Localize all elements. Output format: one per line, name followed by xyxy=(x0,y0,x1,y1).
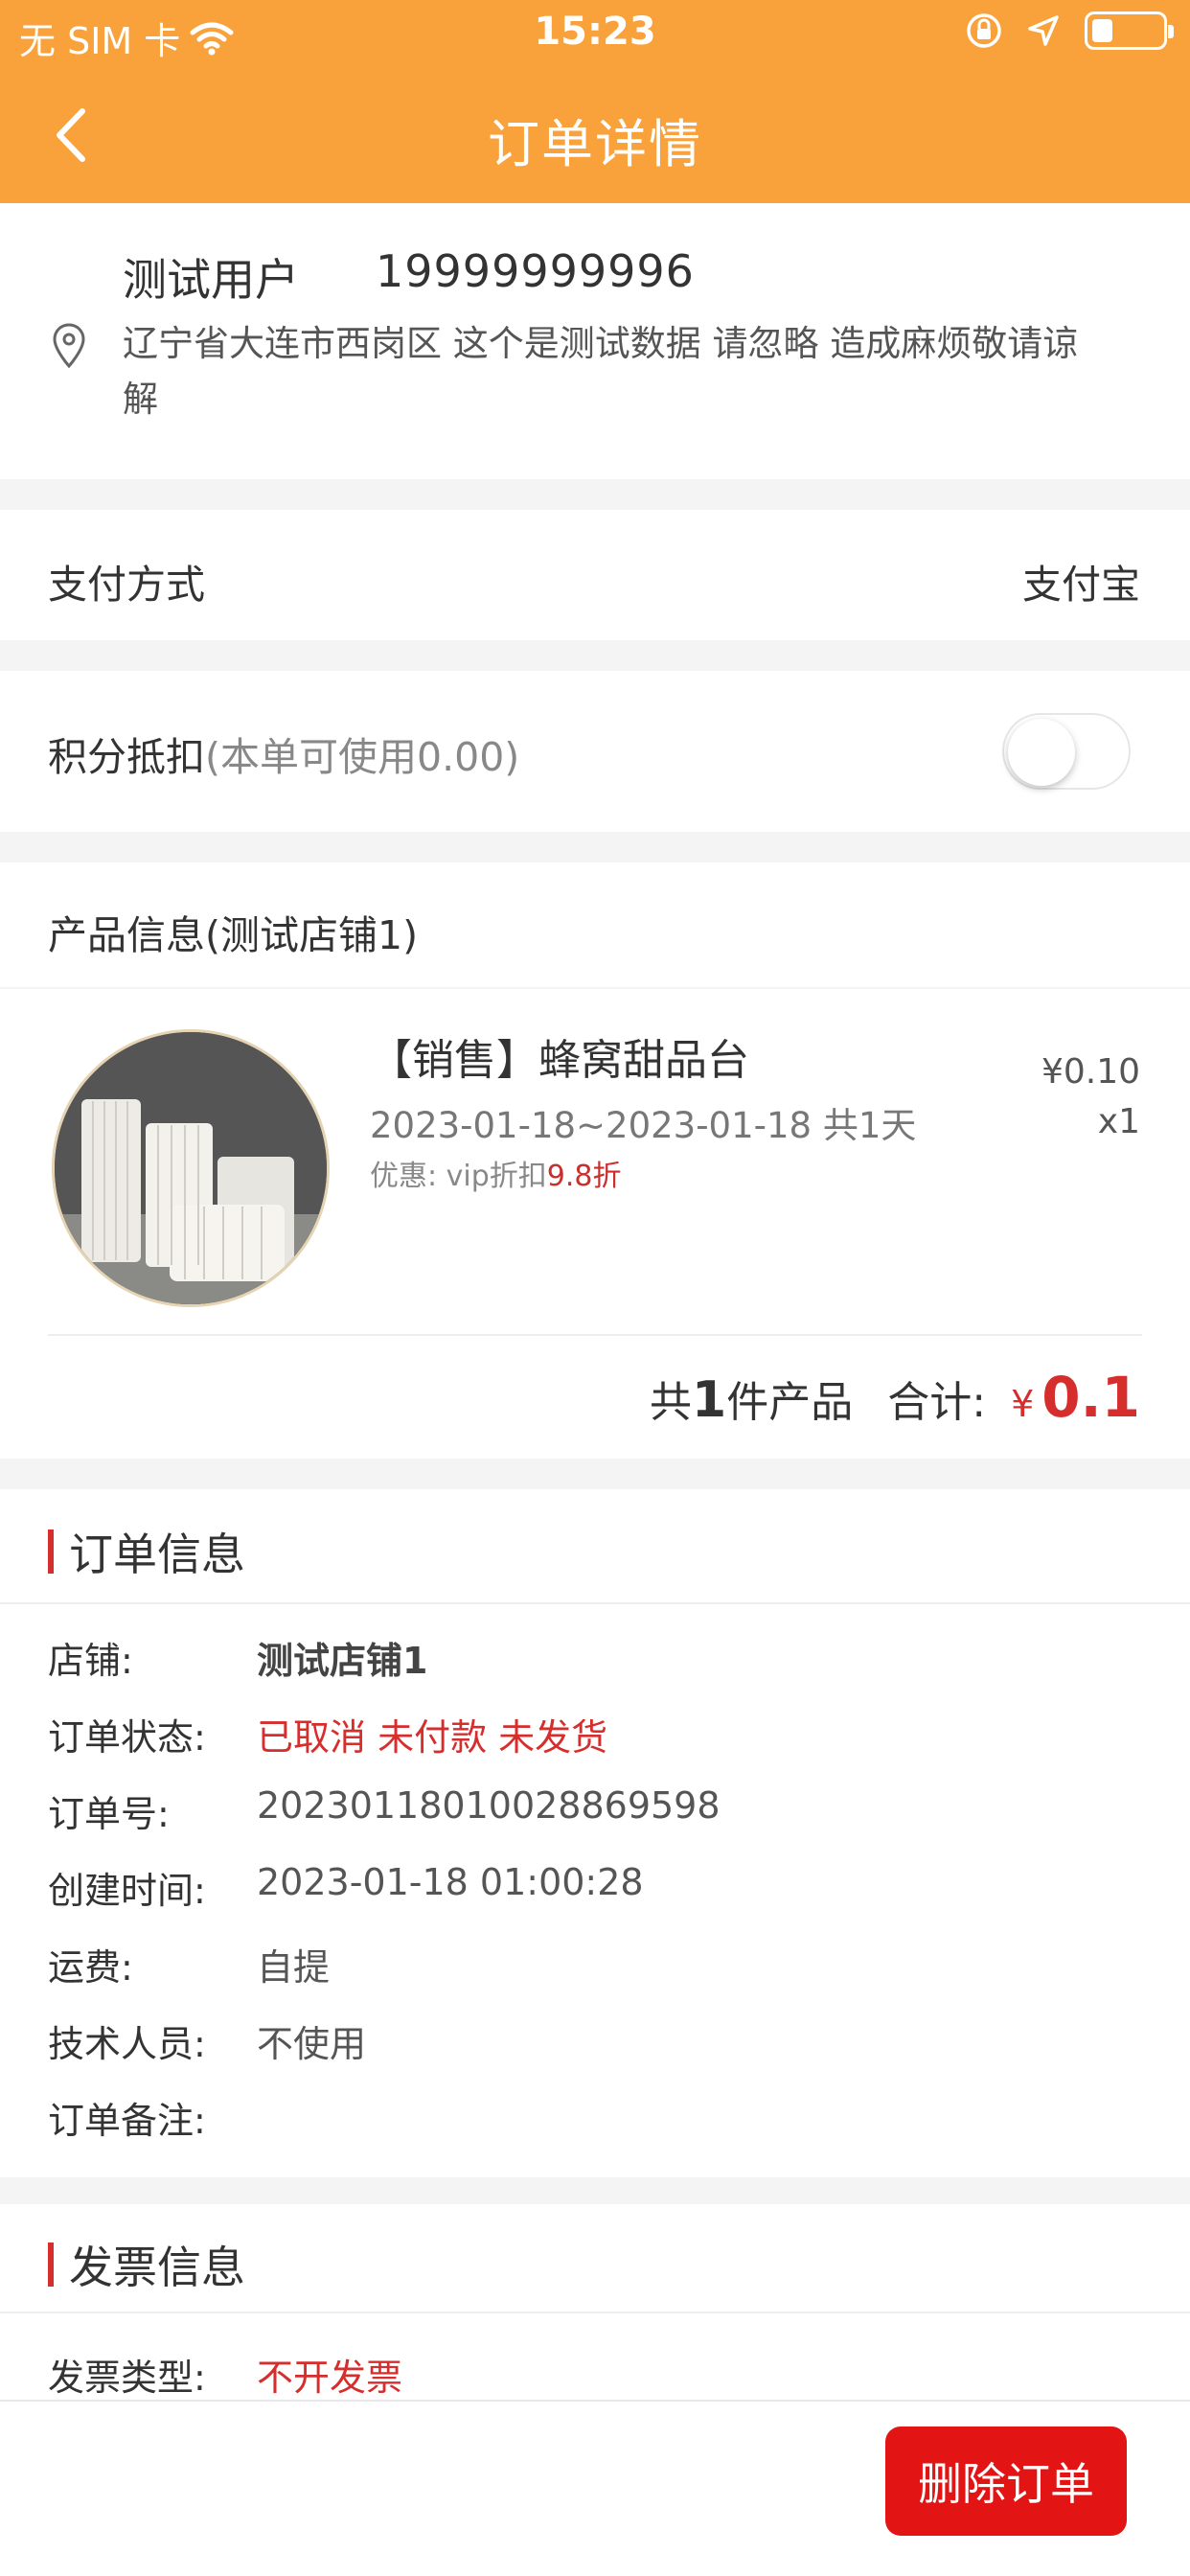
address-card[interactable]: 测试用户 19999999996 辽宁省大连市西岗区 这个是测试数据 请忽略 造… xyxy=(0,203,1190,479)
total-suffix: 件产品 xyxy=(726,1378,854,1427)
discount-label: 优惠: vip折扣 xyxy=(370,1160,547,1193)
battery-icon xyxy=(1085,12,1174,50)
total-sum-label: 合计: xyxy=(887,1378,987,1427)
location-arrow-icon xyxy=(1028,15,1059,46)
points-label-group: 积分抵扣(本单可使用0.00) xyxy=(48,724,519,782)
product-discount: 优惠: vip折扣9.8折 xyxy=(370,1152,622,1194)
status-icons xyxy=(966,12,1174,50)
divider xyxy=(0,1602,1190,1604)
divider xyxy=(48,1334,1142,1336)
product-section-title: 产品信息(测试店铺1) xyxy=(48,912,419,958)
invoice-type-value: 不开发票 xyxy=(257,2357,403,2399)
toggle-knob xyxy=(1008,719,1075,786)
delete-order-button[interactable]: 删除订单 xyxy=(885,2426,1127,2536)
product-title: 【销售】蜂窝甜品台 xyxy=(370,1036,749,1085)
order-number-label: 订单号: xyxy=(48,1793,170,1835)
points-hint: (本单可使用0.00) xyxy=(205,734,520,780)
invoice-title: 发票信息 xyxy=(69,2242,245,2293)
divider xyxy=(0,2312,1190,2313)
created-time-value: 2023-01-18 01:00:28 xyxy=(257,1861,644,1903)
shipping-fee-value: 自提 xyxy=(257,1946,331,1989)
order-total: 共 1 件产品 合计: ¥ 0.1 xyxy=(650,1365,1140,1430)
location-pin-icon xyxy=(53,323,85,369)
section-accent-bar xyxy=(48,2242,54,2287)
technician-label: 技术人员: xyxy=(48,2023,206,2065)
invoice-header: 发票信息 xyxy=(48,2233,245,2296)
section-accent-bar xyxy=(48,1530,54,1574)
payment-method-value: 支付宝 xyxy=(1022,562,1140,608)
order-info-section: 订单信息 店铺: 测试店铺1 订单状态: 已取消 未付款 未发货 订单号: 20… xyxy=(0,1489,1190,2177)
recipient-phone: 19999999996 xyxy=(376,245,695,297)
battery-level xyxy=(1092,19,1112,42)
invoice-section: 发票信息 发票类型: 不开发票 xyxy=(0,2204,1190,2405)
points-label: 积分抵扣 xyxy=(48,734,205,780)
product-date-range: 2023-01-18~2023-01-18 共1天 xyxy=(370,1105,917,1146)
order-number-value: 20230118010028869598 xyxy=(257,1784,721,1827)
order-status-label: 订单状态: xyxy=(48,1716,206,1759)
total-prefix: 共 xyxy=(650,1378,693,1427)
created-time-label: 创建时间: xyxy=(48,1870,206,1912)
discount-value: 9.8折 xyxy=(546,1160,622,1193)
payment-method-row[interactable]: 支付方式 支付宝 xyxy=(0,510,1190,640)
invoice-type-label: 发票类型: xyxy=(48,2357,206,2399)
total-count: 1 xyxy=(692,1371,727,1429)
product-quantity: x1 xyxy=(1097,1102,1140,1141)
product-image xyxy=(55,1032,327,1304)
order-status-value: 已取消 未付款 未发货 xyxy=(257,1716,608,1759)
order-info-header: 订单信息 xyxy=(48,1520,245,1583)
orientation-lock-icon xyxy=(967,13,1001,48)
shipping-fee-label: 运费: xyxy=(48,1946,133,1989)
order-info-title: 订单信息 xyxy=(69,1529,245,1580)
payment-method-label: 支付方式 xyxy=(48,562,205,608)
nav-bar: 订单详情 xyxy=(0,67,1190,203)
address-line: 辽宁省大连市西岗区 这个是测试数据 请忽略 造成麻烦敬请谅解 xyxy=(123,323,1079,420)
product-section-header: 产品信息(测试店铺1) xyxy=(0,862,1190,987)
total-currency: ¥ xyxy=(1011,1383,1035,1425)
page-title: 订单详情 xyxy=(488,114,702,174)
product-card[interactable]: 【销售】蜂窝甜品台 2023-01-18~2023-01-18 共1天 优惠: … xyxy=(0,989,1190,1459)
product-thumbnail xyxy=(52,1029,330,1307)
shop-label: 店铺: xyxy=(48,1640,133,1682)
technician-value: 不使用 xyxy=(257,2023,367,2065)
order-note-label: 订单备注: xyxy=(48,2100,206,2142)
product-price: ¥0.10 xyxy=(1041,1052,1140,1092)
points-deduction-row: 积分抵扣(本单可使用0.00) xyxy=(0,671,1190,832)
status-bar: 无 SIM 卡 15:23 xyxy=(0,0,1190,67)
points-toggle[interactable] xyxy=(1002,713,1131,790)
recipient-name: 测试用户 xyxy=(123,254,299,306)
shop-value: 测试店铺1 xyxy=(257,1640,428,1682)
bottom-action-bar: 删除订单 xyxy=(0,2400,1190,2576)
total-amount: 0.1 xyxy=(1041,1365,1140,1430)
